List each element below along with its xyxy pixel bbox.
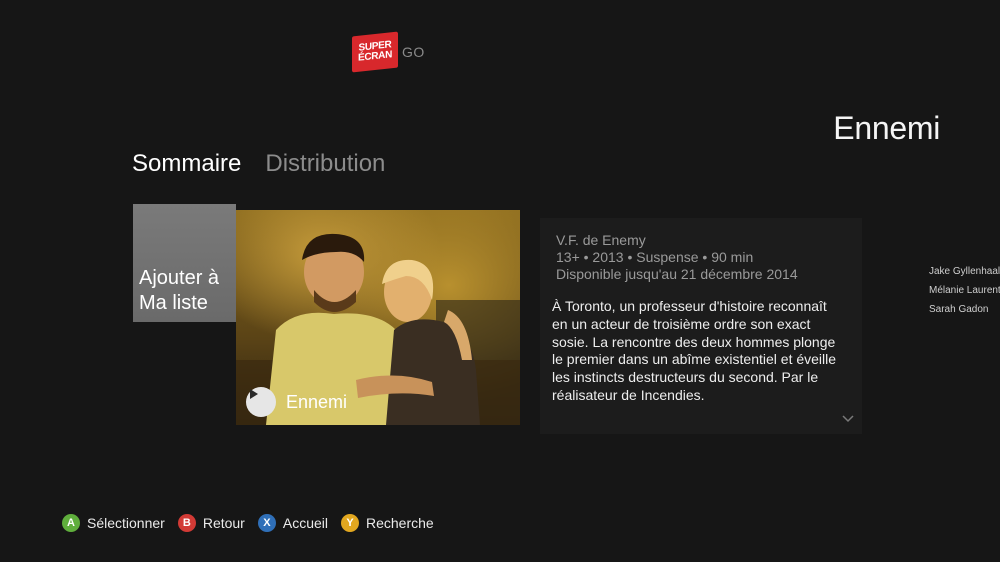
movie-poster-play[interactable]: Ennemi bbox=[236, 210, 520, 425]
x-button-icon: X bbox=[257, 514, 276, 532]
cast-member[interactable]: Sarah Gadon bbox=[929, 300, 1000, 319]
hint-search-label: Recherche bbox=[366, 515, 434, 531]
y-button-icon: Y bbox=[341, 514, 359, 532]
hint-back[interactable]: B Retour bbox=[177, 514, 245, 532]
tab-summary[interactable]: Sommaire bbox=[132, 150, 241, 178]
super-ecran-logo: SUPER ÉCRAN bbox=[352, 31, 398, 73]
add-to-list-line-1: Ajouter à bbox=[139, 267, 220, 289]
cast-list: Jake Gyllenhaal Mélanie Laurent Sarah Ga… bbox=[929, 262, 1000, 319]
hint-select[interactable]: A Sélectionner bbox=[62, 514, 165, 532]
tab-cast[interactable]: Distribution bbox=[265, 150, 385, 178]
play-icon[interactable] bbox=[246, 387, 276, 417]
movie-info: 13+ • 2013 • Suspense • 90 min bbox=[556, 249, 754, 265]
hint-back-label: Retour bbox=[202, 515, 245, 531]
hint-home-label: Accueil bbox=[282, 515, 328, 531]
add-to-list-label: Ajouter à Ma liste bbox=[139, 266, 219, 316]
synopsis: À Toronto, un professeur d'histoire reco… bbox=[552, 298, 837, 403]
movie-detail-screen: SUPER ÉCRAN GO Ennemi Sommaire Distribut… bbox=[0, 0, 1000, 562]
availability: Disponible jusqu'au 21 décembre 2014 bbox=[556, 266, 798, 282]
cast-member[interactable]: Mélanie Laurent bbox=[929, 281, 1000, 300]
a-button-icon: A bbox=[62, 514, 80, 532]
play-label: Ennemi bbox=[286, 391, 348, 412]
brand-logo: SUPER ÉCRAN GO bbox=[352, 31, 425, 73]
original-title: V.F. de Enemy bbox=[556, 232, 646, 248]
tab-bar: Sommaire Distribution bbox=[132, 150, 385, 178]
add-to-list-button[interactable]: Ajouter à Ma liste bbox=[133, 204, 236, 322]
hint-search[interactable]: Y Recherche bbox=[341, 514, 434, 532]
controller-hints: A Sélectionner B Retour X Accueil Y Rech… bbox=[62, 514, 447, 532]
details-panel[interactable]: V.F. de Enemy 13+ • 2013 • Suspense • 90… bbox=[540, 218, 862, 434]
hint-select-label: Sélectionner bbox=[87, 515, 165, 531]
cast-member[interactable]: Jake Gyllenhaal bbox=[929, 262, 1000, 281]
b-button-icon: B bbox=[177, 514, 196, 532]
logo-suffix: GO bbox=[402, 44, 425, 60]
add-to-list-line-2: Ma liste bbox=[139, 292, 208, 314]
hint-home[interactable]: X Accueil bbox=[257, 514, 328, 532]
chevron-down-icon[interactable] bbox=[842, 412, 854, 426]
logo-line-2: ÉCRAN bbox=[357, 49, 393, 64]
play-row: Ennemi bbox=[246, 387, 347, 417]
movie-title: Ennemi bbox=[833, 110, 940, 146]
movie-metadata: V.F. de Enemy 13+ • 2013 • Suspense • 90… bbox=[556, 232, 798, 283]
